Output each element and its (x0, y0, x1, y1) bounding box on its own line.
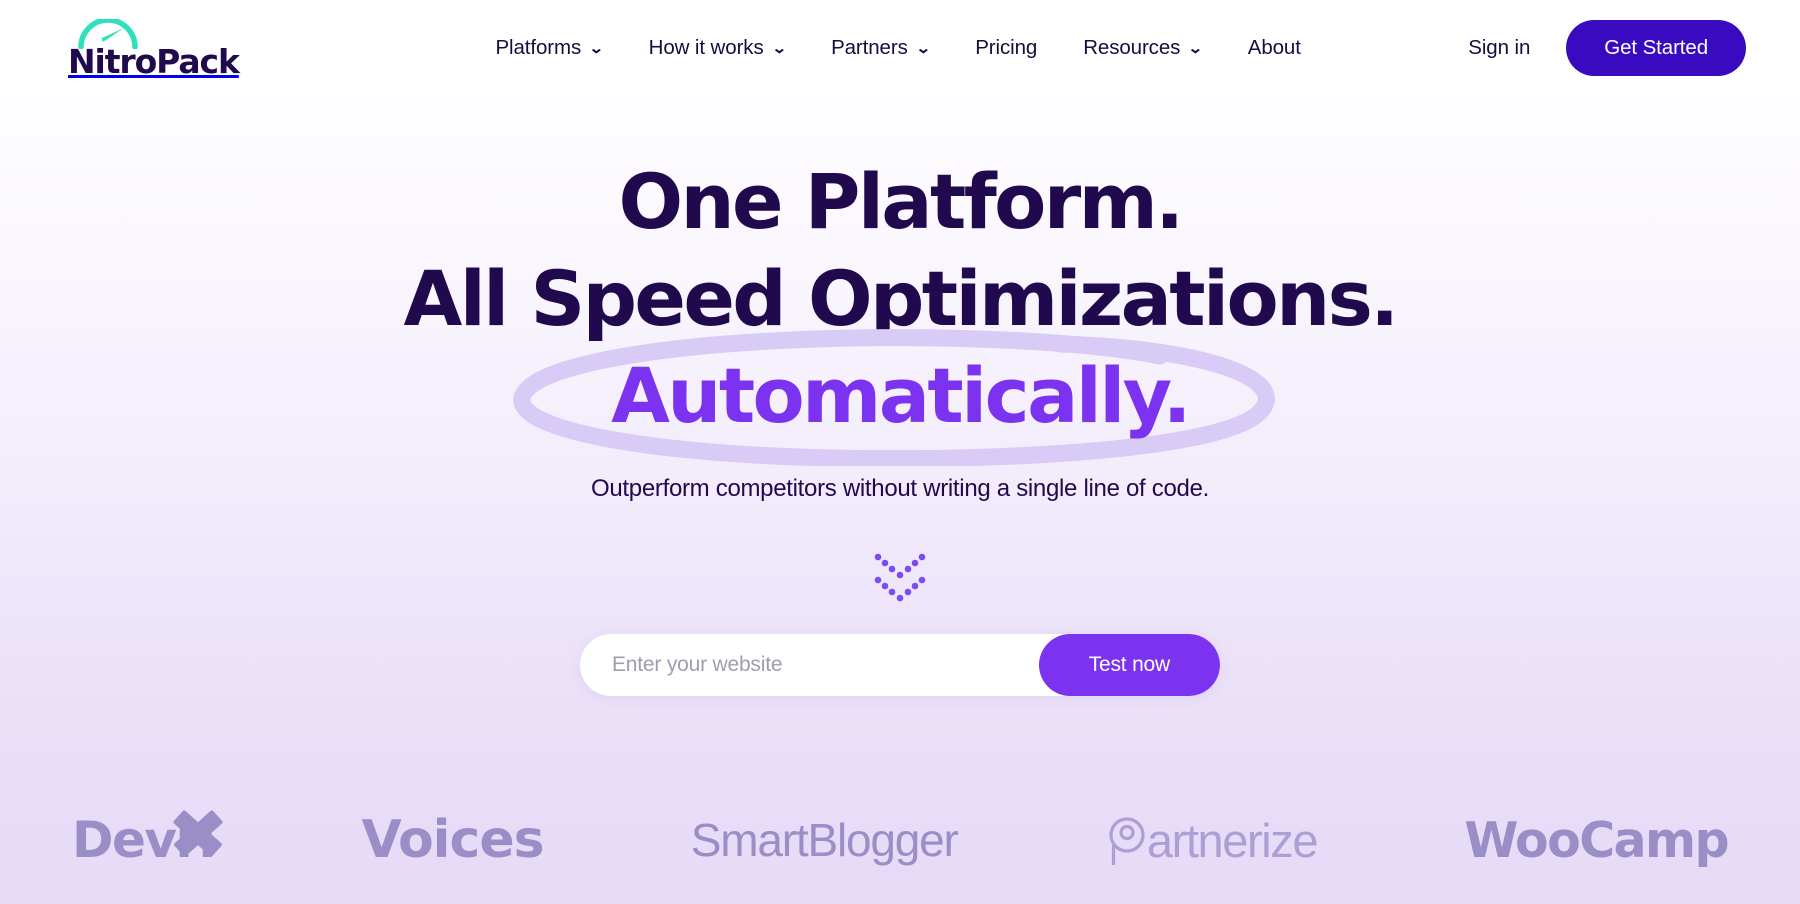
headline-accent-text: Automatically. (611, 351, 1191, 440)
nav-item-how-it-works[interactable]: How it works ⌄ (648, 35, 787, 60)
headline-accent-wrap: Automatically. (513, 328, 1275, 466)
nav-item-platforms[interactable]: Platforms ⌄ (495, 35, 605, 60)
client-logo-woocamp: WooCamp (1464, 800, 1729, 880)
x-mark-icon (173, 810, 223, 857)
header-actions: Sign in Get Started (1468, 19, 1746, 76)
page-title: One Platform. All Speed Optimizations. A… (0, 153, 1800, 466)
nav-label: About (1247, 35, 1301, 59)
chevron-down-icon: ⌄ (915, 40, 931, 57)
headline-line-1: One Platform. (618, 157, 1184, 246)
hero-content: One Platform. All Speed Optimizations. A… (0, 153, 1800, 696)
landing-page: NitroPack Platforms ⌄ How it works ⌄ Par… (0, 0, 1800, 904)
website-url-input[interactable] (580, 633, 1039, 696)
nav-label: Resources (1083, 35, 1181, 59)
client-logo-text: artnerize (1146, 813, 1319, 867)
double-chevron-down-dots-icon (874, 553, 926, 601)
headline-line-3: Automatically. (0, 328, 1800, 466)
test-now-button[interactable]: Test now (1038, 633, 1220, 696)
chevron-down-icon: ⌄ (588, 40, 605, 57)
nav-label: Pricing (975, 35, 1038, 59)
nav-item-pricing[interactable]: Pricing (975, 36, 1037, 60)
client-logo-strip: Devri Voices SmartBlogger artnerize WooC… (0, 800, 1800, 880)
sign-in-link[interactable]: Sign in (1468, 36, 1530, 60)
client-logo-voices: Voices (361, 800, 545, 880)
headline-line-2: All Speed Optimizations. (403, 254, 1399, 343)
site-header: NitroPack Platforms ⌄ How it works ⌄ Par… (0, 0, 1800, 95)
nav-label: Platforms (495, 35, 582, 59)
nav-label: How it works (648, 35, 764, 59)
client-logo-smartblogger: SmartBlogger (690, 800, 959, 880)
chevron-down-icon: ⌄ (771, 40, 787, 57)
website-test-form: Test now (580, 633, 1220, 696)
chevron-down-icon: ⌄ (1187, 40, 1204, 57)
client-logo-text: SmartBlogger (690, 814, 959, 866)
client-logo-partnerize: artnerize (1105, 800, 1319, 880)
hero-subtitle: Outperform competitors without writing a… (591, 475, 1209, 502)
client-logo-text: Voices (361, 810, 545, 870)
main-navigation: Platforms ⌄ How it works ⌄ Partners ⌄ Pr… (358, 36, 1438, 60)
brand-wordmark: NitroPack (68, 42, 240, 81)
hero-section: One Platform. All Speed Optimizations. A… (0, 95, 1800, 904)
client-logo-devrix: Devri (72, 800, 223, 880)
nav-item-about[interactable]: About (1248, 36, 1301, 60)
nav-item-resources[interactable]: Resources ⌄ (1083, 35, 1204, 60)
get-started-button[interactable]: Get Started (1566, 19, 1746, 76)
nav-label: Partners (831, 35, 908, 59)
circle-p-icon (1109, 817, 1145, 865)
nav-item-partners[interactable]: Partners ⌄ (831, 35, 931, 60)
client-logo-text: WooCamp (1464, 811, 1729, 869)
brand-logo[interactable]: NitroPack (68, 19, 268, 78)
